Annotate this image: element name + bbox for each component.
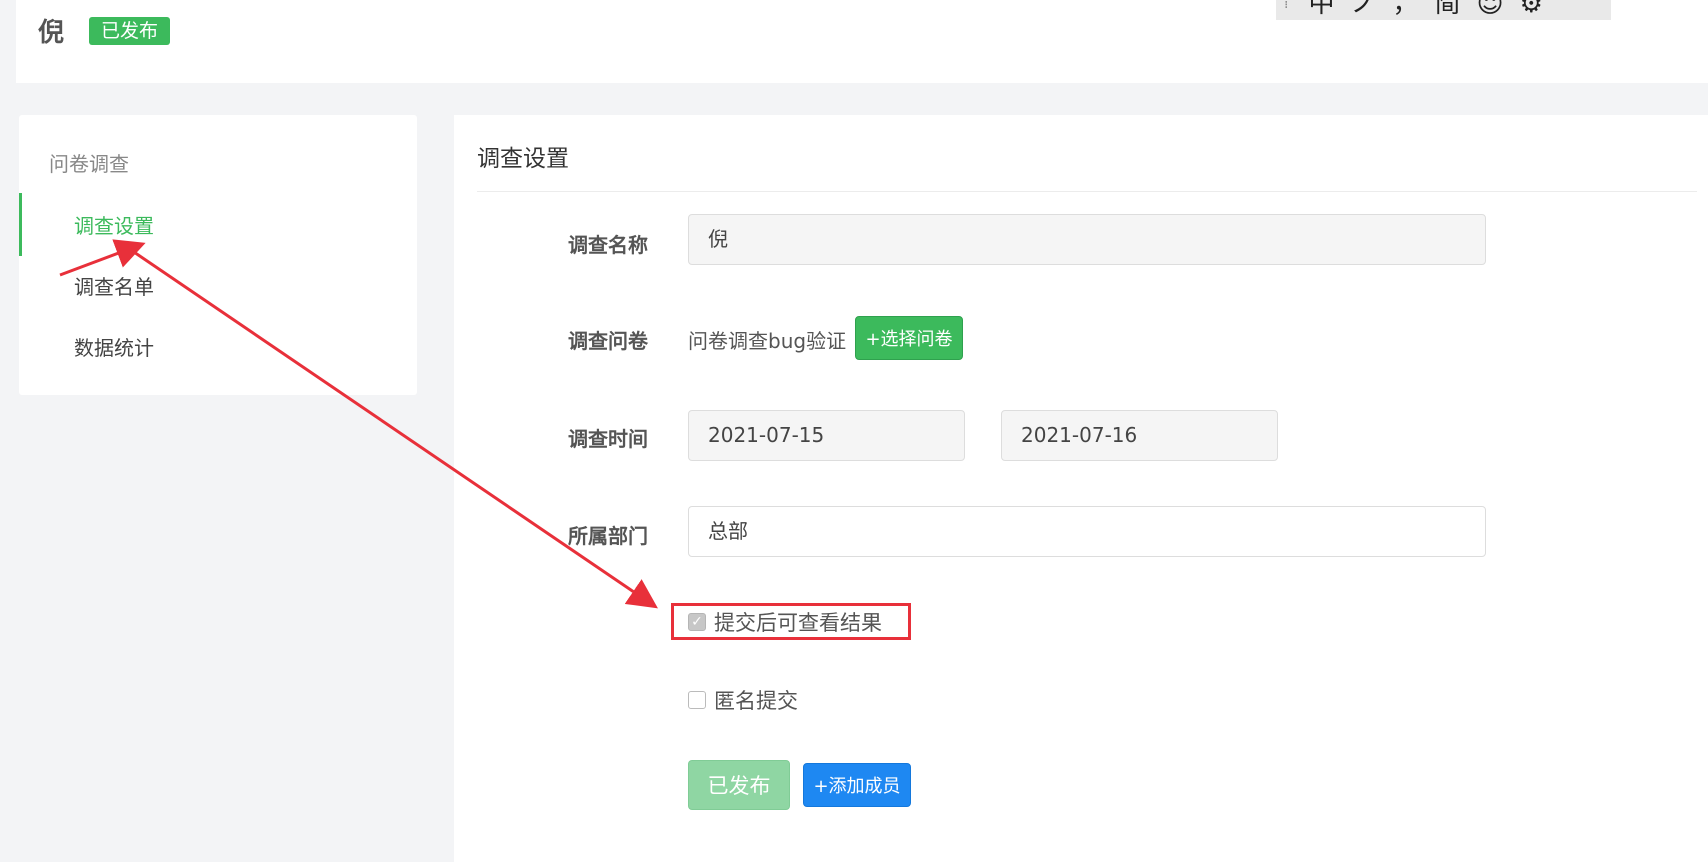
anonymous-option[interactable]: 匿名提交 bbox=[688, 685, 798, 715]
gear-icon[interactable]: ⚙ bbox=[1520, 0, 1543, 17]
questionnaire-label: 调查问卷 bbox=[568, 329, 648, 353]
published-button[interactable]: 已发布 bbox=[688, 760, 790, 810]
ime-toolbar: ⁞ 中 ノ ， 简 ☺ ⚙ bbox=[1276, 0, 1611, 20]
simplified-icon[interactable]: 简 bbox=[1435, 0, 1461, 17]
sidebar-item-survey-list[interactable]: 调查名单 bbox=[74, 271, 154, 300]
survey-name-label: 调查名称 bbox=[568, 233, 648, 257]
page-title: 倪 bbox=[38, 18, 65, 48]
anonymous-checkbox[interactable] bbox=[688, 691, 706, 709]
department-label: 所属部门 bbox=[568, 524, 648, 548]
status-badge: 已发布 bbox=[89, 17, 171, 45]
questionnaire-value: 问卷调查bug验证 bbox=[688, 329, 847, 353]
drag-handle-icon[interactable]: ⁞ bbox=[1284, 0, 1288, 11]
add-member-button[interactable]: +添加成员 bbox=[803, 763, 911, 807]
sidebar-item-statistics[interactable]: 数据统计 bbox=[74, 332, 154, 361]
punctuation-icon[interactable]: ， bbox=[1392, 0, 1418, 17]
panel-title: 调查设置 bbox=[477, 146, 569, 172]
active-indicator bbox=[19, 193, 22, 256]
sidebar-group-title: 问卷调查 bbox=[49, 152, 129, 176]
department-input[interactable]: 总部 bbox=[688, 506, 1486, 557]
survey-name-input[interactable]: 倪 bbox=[688, 214, 1486, 265]
chinese-mode-icon[interactable]: 中 bbox=[1308, 0, 1334, 17]
select-questionnaire-button[interactable]: +选择问卷 bbox=[855, 316, 963, 360]
view-results-label: 提交后可查看结果 bbox=[714, 611, 882, 635]
sidebar: 问卷调查 调查设置 调查名单 数据统计 bbox=[19, 115, 417, 395]
settings-panel: 调查设置 调查名称 倪 调查问卷 问卷调查bug验证 +选择问卷 调查时间 20… bbox=[454, 115, 1708, 862]
start-date-input[interactable]: 2021-07-15 bbox=[688, 410, 965, 461]
anonymous-label: 匿名提交 bbox=[714, 689, 798, 713]
moon-icon[interactable]: ノ bbox=[1350, 0, 1376, 17]
view-results-checkbox[interactable]: ✓ bbox=[688, 613, 706, 631]
sidebar-item-survey-settings[interactable]: 调查设置 bbox=[74, 210, 154, 239]
end-date-input[interactable]: 2021-07-16 bbox=[1001, 410, 1278, 461]
divider bbox=[477, 191, 1697, 192]
emoji-icon[interactable]: ☺ bbox=[1477, 0, 1504, 17]
view-results-option[interactable]: ✓ 提交后可查看结果 bbox=[688, 607, 882, 637]
survey-time-label: 调查时间 bbox=[568, 427, 648, 451]
